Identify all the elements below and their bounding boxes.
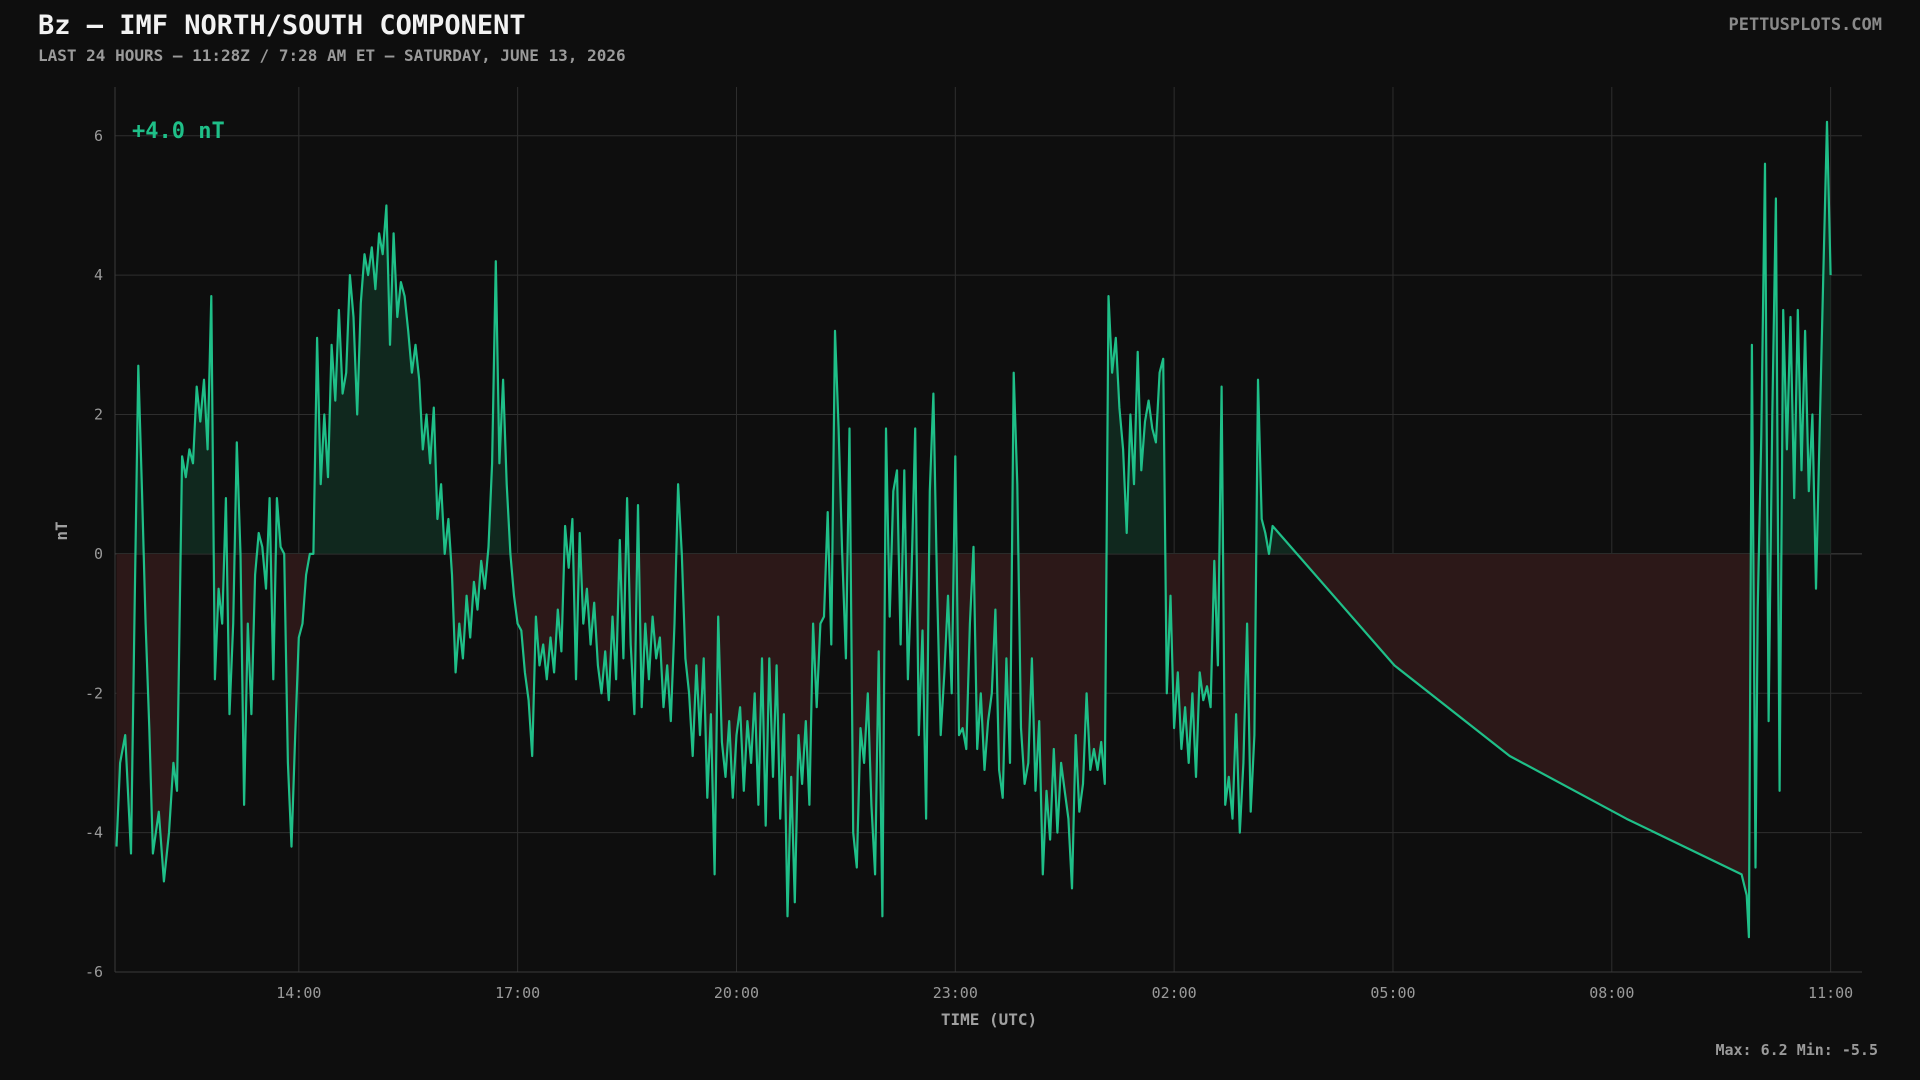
y-tick-label: 0 xyxy=(94,545,103,563)
x-tick-label: 05:00 xyxy=(1370,984,1415,1002)
max-stat: Max: 6.2 xyxy=(1715,1041,1788,1059)
x-tick-label: 17:00 xyxy=(495,984,540,1002)
bz-line-chart: -6 -4 -2 0 2 4 6 14:00 17:00 20:00 23:00 02:00 05:00… xyxy=(52,87,1862,1029)
x-tick-label: 08:00 xyxy=(1589,984,1634,1002)
x-tick-label: 20:00 xyxy=(714,984,759,1002)
x-tick-label: 02:00 xyxy=(1152,984,1197,1002)
x-tick-label: 14:00 xyxy=(276,984,321,1002)
current-value-label: +4.0 nT xyxy=(132,119,225,144)
x-tick-label: 23:00 xyxy=(933,984,978,1002)
y-tick-label: -4 xyxy=(85,824,103,842)
y-tick-label: 6 xyxy=(94,127,103,145)
min-stat: Min: -5.5 xyxy=(1796,1041,1878,1059)
y-tick-label: 4 xyxy=(94,266,103,284)
y-tick-label: 2 xyxy=(94,406,103,424)
y-tick-label: -6 xyxy=(85,963,103,981)
x-axis-label: TIME (UTC) xyxy=(941,1010,1037,1029)
fill-layer xyxy=(116,121,1831,938)
positive-area xyxy=(135,121,1831,554)
y-tick-label: -2 xyxy=(85,684,103,702)
y-axis-label: nT xyxy=(52,521,71,540)
x-tick-label: 11:00 xyxy=(1808,984,1853,1002)
stats-readout: Max: 6.2 Min: -5.5 xyxy=(1715,1041,1878,1059)
